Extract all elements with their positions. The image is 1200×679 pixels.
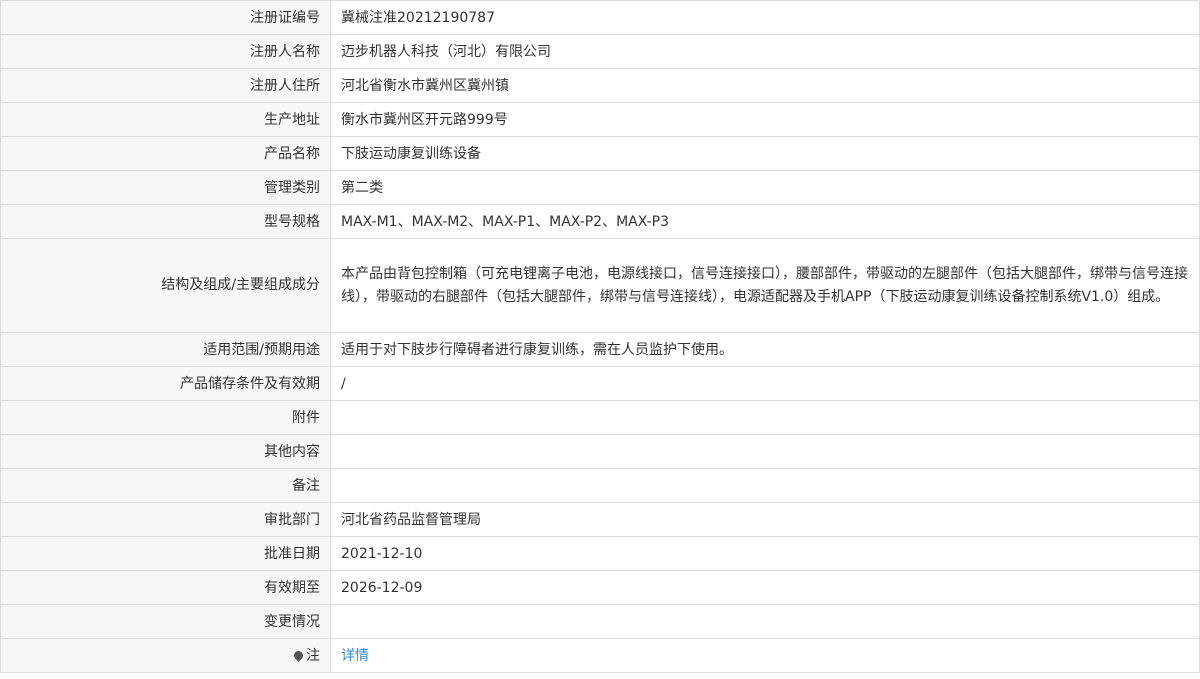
field-label: 型号规格 — [0, 204, 331, 239]
registration-detail-table: 注册证编号 冀械注准20212190787 注册人名称 迈步机器人科技（河北）有… — [0, 0, 1200, 673]
field-value: 河北省药品监督管理局 — [330, 502, 1200, 537]
field-value: / — [330, 366, 1200, 401]
field-value: MAX-M1、MAX-M2、MAX-P1、MAX-P2、MAX-P3 — [330, 204, 1200, 239]
field-value: 适用于对下肢步行障碍者进行康复训练，需在人员监护下使用。 — [330, 332, 1200, 367]
field-label: 审批部门 — [0, 502, 331, 537]
field-value — [330, 400, 1200, 435]
field-value: 河北省衡水市冀州区冀州镇 — [330, 68, 1200, 103]
table-row: 附件 — [0, 400, 1200, 435]
table-row: 生产地址 衡水市冀州区开元路999号 — [0, 102, 1200, 137]
field-value: 2026-12-09 — [330, 570, 1200, 605]
field-label: 适用范围/预期用途 — [0, 332, 331, 367]
table-row: 审批部门 河北省药品监督管理局 — [0, 502, 1200, 537]
field-label: 其他内容 — [0, 434, 331, 469]
field-label: 管理类别 — [0, 170, 331, 205]
details-link[interactable]: 详情 — [341, 648, 369, 664]
field-label: 批准日期 — [0, 536, 331, 571]
field-value: 衡水市冀州区开元路999号 — [330, 102, 1200, 137]
table-row: 适用范围/预期用途 适用于对下肢步行障碍者进行康复训练，需在人员监护下使用。 — [0, 332, 1200, 367]
field-value: 冀械注准20212190787 — [330, 0, 1200, 35]
field-label: 产品储存条件及有效期 — [0, 366, 331, 401]
field-value: 2021-12-10 — [330, 536, 1200, 571]
table-row: 注册人住所 河北省衡水市冀州区冀州镇 — [0, 68, 1200, 103]
field-value — [330, 434, 1200, 469]
field-label: 附件 — [0, 400, 331, 435]
field-value — [330, 604, 1200, 639]
field-value: 本产品由背包控制箱（可充电锂离子电池，电源线接口，信号连接接口），腰部部件，带驱… — [330, 238, 1200, 333]
field-label: 产品名称 — [0, 136, 331, 171]
field-label: 注册人名称 — [0, 34, 331, 69]
field-label: 生产地址 — [0, 102, 331, 137]
table-row: 批准日期 2021-12-10 — [0, 536, 1200, 571]
pin-icon — [292, 648, 305, 662]
note-row: 注 详情 — [0, 638, 1200, 673]
field-label: 有效期至 — [0, 570, 331, 605]
note-value-cell: 详情 — [330, 638, 1200, 673]
field-label: 结构及组成/主要组成成分 — [0, 238, 331, 333]
table-row: 注册证编号 冀械注准20212190787 — [0, 0, 1200, 35]
field-value: 第二类 — [330, 170, 1200, 205]
note-label: 注 — [306, 647, 320, 664]
field-label: 注册人住所 — [0, 68, 331, 103]
field-label: 变更情况 — [0, 604, 331, 639]
table-row: 注册人名称 迈步机器人科技（河北）有限公司 — [0, 34, 1200, 69]
table-row: 产品储存条件及有效期 / — [0, 366, 1200, 401]
table-row: 备注 — [0, 468, 1200, 503]
table-row: 型号规格 MAX-M1、MAX-M2、MAX-P1、MAX-P2、MAX-P3 — [0, 204, 1200, 239]
table-row: 产品名称 下肢运动康复训练设备 — [0, 136, 1200, 171]
field-value: 迈步机器人科技（河北）有限公司 — [330, 34, 1200, 69]
field-label: 注册证编号 — [0, 0, 331, 35]
table-row: 有效期至 2026-12-09 — [0, 570, 1200, 605]
table-row: 管理类别 第二类 — [0, 170, 1200, 205]
table-row: 其他内容 — [0, 434, 1200, 469]
note-label-cell: 注 — [0, 638, 331, 673]
field-label: 备注 — [0, 468, 331, 503]
table-row: 变更情况 — [0, 604, 1200, 639]
field-value: 下肢运动康复训练设备 — [330, 136, 1200, 171]
field-value — [330, 468, 1200, 503]
table-row: 结构及组成/主要组成成分 本产品由背包控制箱（可充电锂离子电池，电源线接口，信号… — [0, 238, 1200, 333]
